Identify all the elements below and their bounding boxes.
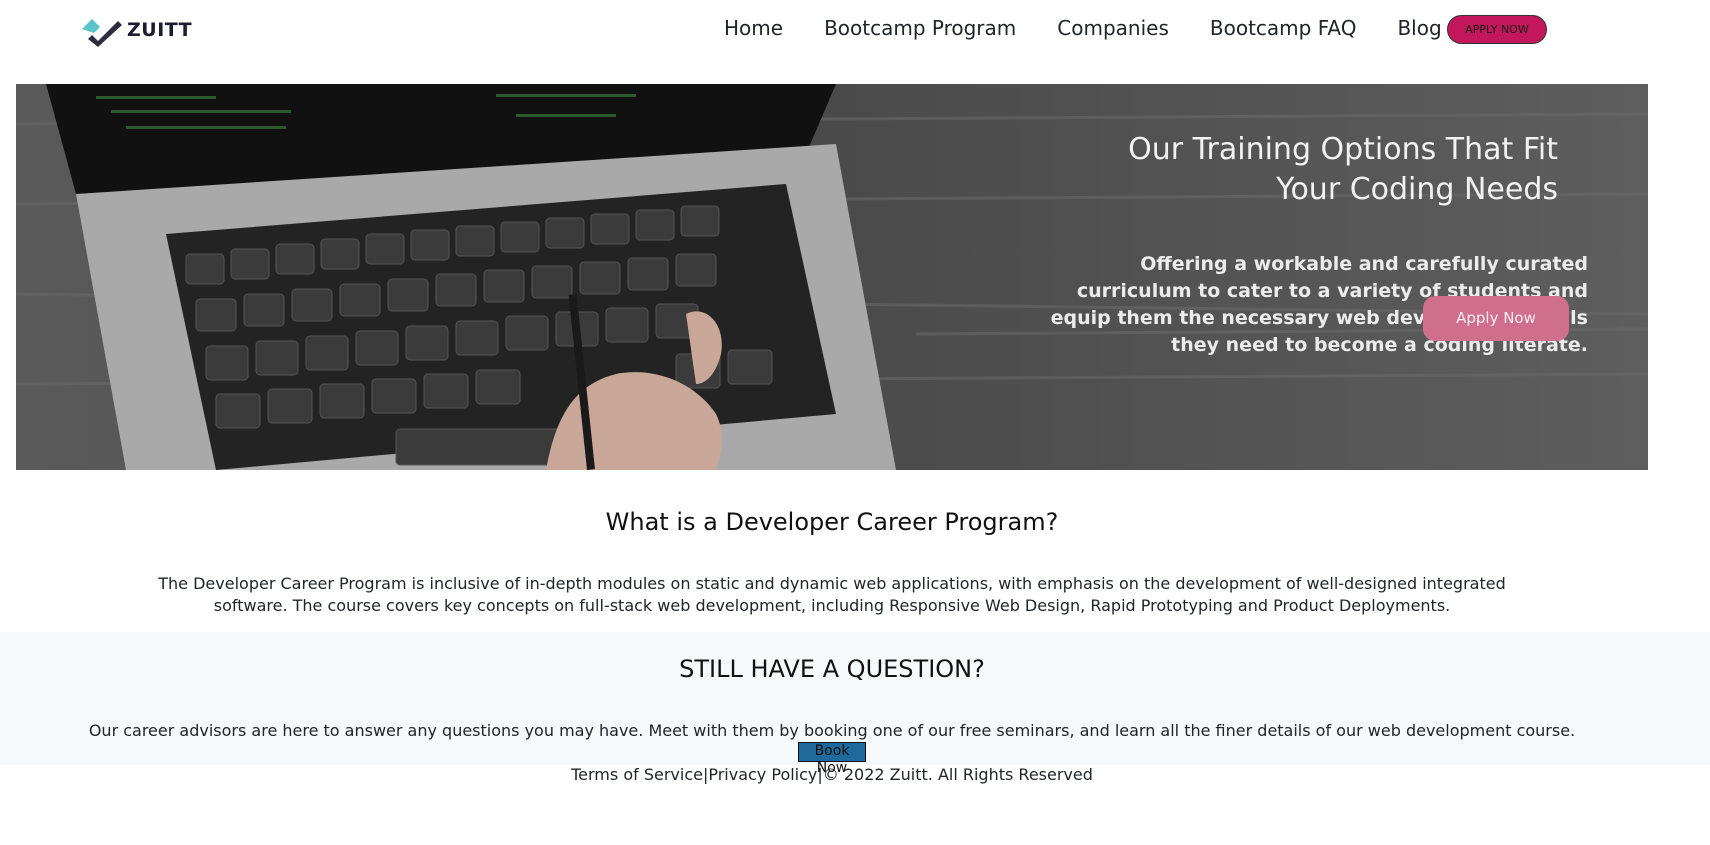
program-heading: What is a Developer Career Program?: [605, 508, 1059, 536]
nav-blog[interactable]: Blog: [1397, 14, 1441, 42]
nav-companies[interactable]: Companies: [1057, 14, 1169, 42]
zuitt-logo-icon: [82, 19, 122, 47]
question-heading: STILL HAVE A QUESTION?: [679, 655, 985, 683]
brand-name: ZUITT: [127, 19, 193, 41]
main-nav: Home Bootcamp Program Companies Bootcamp…: [724, 14, 1483, 42]
nav-bootcamp-faq[interactable]: Bootcamp FAQ: [1210, 14, 1357, 42]
copyright-text: © 2022 Zuitt. All Rights Reserved: [822, 765, 1093, 784]
nav-apply-now-button[interactable]: APPLY NOW: [1447, 15, 1547, 44]
hero-apply-now-button[interactable]: Apply Now: [1423, 296, 1569, 341]
question-description: Our career advisors are here to answer a…: [88, 721, 1576, 740]
footer: Terms of Service|Privacy Policy|© 2022 Z…: [0, 764, 1664, 786]
terms-of-service-link[interactable]: Terms of Service: [571, 765, 703, 784]
hero-banner: Our Training Options That Fit Your Codin…: [16, 84, 1648, 470]
hero-title: Our Training Options That Fit Your Codin…: [1128, 132, 1558, 207]
program-description: The Developer Career Program is inclusiv…: [158, 574, 1506, 615]
book-now-button[interactable]: Book Now: [798, 742, 866, 776]
nav-home[interactable]: Home: [724, 14, 783, 42]
privacy-policy-link[interactable]: Privacy Policy: [708, 765, 817, 784]
brand-logo[interactable]: ZUITT: [80, 13, 192, 47]
nav-bootcamp-program[interactable]: Bootcamp Program: [824, 14, 1016, 42]
